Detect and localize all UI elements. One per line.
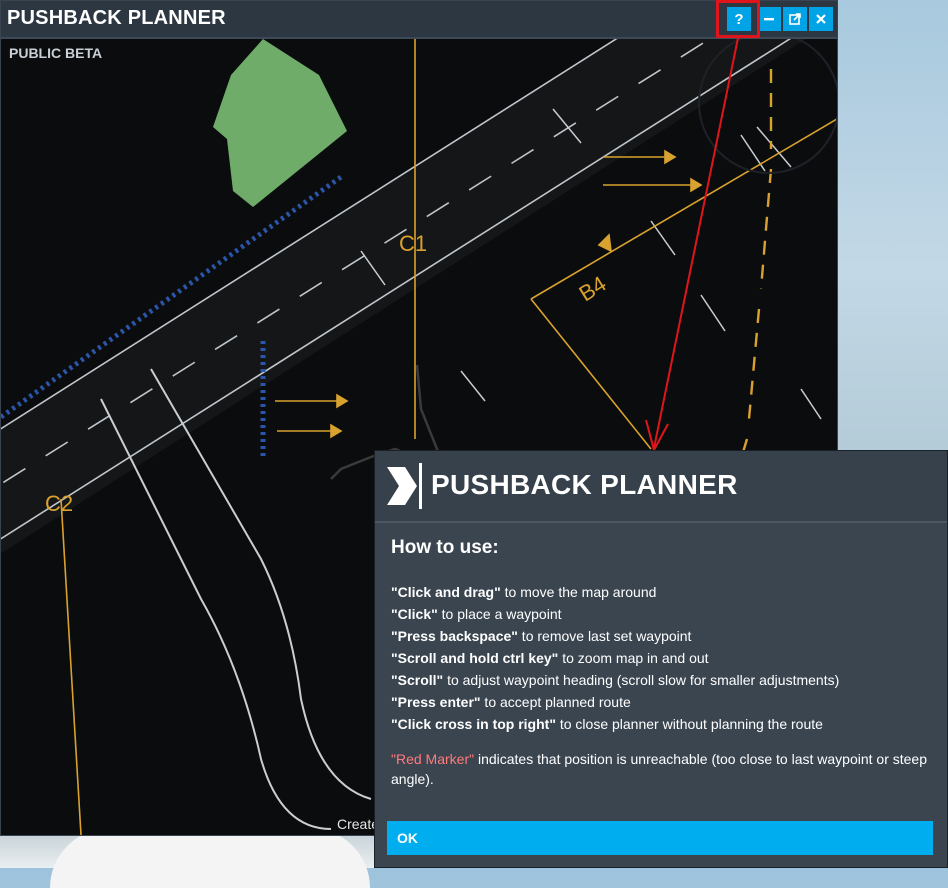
close-icon: [816, 14, 826, 24]
terminal-building: [213, 39, 347, 207]
red-marker-label: "Red Marker": [391, 751, 475, 767]
instruction-item: "Click" to place a waypoint: [391, 606, 562, 622]
close-button[interactable]: [809, 7, 833, 31]
help-button-highlight: [716, 0, 760, 38]
red-marker-note: "Red Marker" indicates that position is …: [391, 751, 928, 787]
help-dialog: PUSHBACK PLANNER How to use: "Click and …: [374, 450, 948, 868]
how-to-use-heading: How to use:: [391, 537, 499, 558]
minimize-button[interactable]: [757, 7, 781, 31]
public-beta-label: PUBLIC BETA: [9, 45, 103, 61]
instruction-item: "Click cross in top right" to close plan…: [391, 716, 823, 732]
sim-background: [838, 0, 948, 450]
title-bar[interactable]: PUSHBACK PLANNER ?: [1, 1, 837, 39]
instruction-item: "Press backspace" to remove last set way…: [391, 628, 692, 644]
instruction-item: "Click and drag" to move the map around: [391, 584, 657, 600]
create-route-text: Create: [337, 816, 380, 832]
instruction-list: "Click and drag" to move the map around …: [391, 581, 939, 735]
instruction-item: "Press enter" to accept planned route: [391, 694, 631, 710]
help-header: PUSHBACK PLANNER: [375, 451, 947, 523]
pushback-logo-icon: [387, 463, 422, 509]
taxiway-label-c1: C1: [399, 231, 427, 256]
popout-button[interactable]: [783, 7, 807, 31]
help-title: PUSHBACK PLANNER: [431, 469, 738, 500]
taxiway-label-b4: B4: [574, 271, 610, 306]
aircraft-nose: [50, 828, 370, 888]
minimize-icon: [764, 18, 774, 21]
popout-icon: [789, 13, 801, 25]
taxiway-label-c2: C2: [45, 491, 73, 516]
ok-button[interactable]: OK: [387, 821, 933, 855]
window-title: PUSHBACK PLANNER: [7, 7, 226, 29]
instruction-item: "Scroll and hold ctrl key" to zoom map i…: [391, 650, 709, 666]
instruction-item: "Scroll" to adjust waypoint heading (scr…: [391, 672, 840, 688]
